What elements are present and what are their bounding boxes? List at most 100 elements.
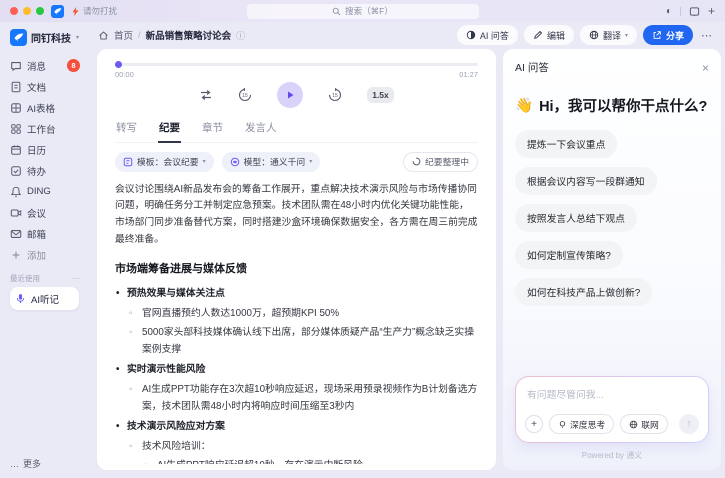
bullet-item: AI生成PPT功能存在3次超10秒响应延迟，现场采用预录视频作为B计划备选方案，…	[115, 382, 478, 416]
play-button[interactable]	[277, 82, 303, 108]
global-search-input[interactable]: 搜索（⌘F）	[247, 4, 479, 19]
new-window-icon[interactable]	[689, 6, 700, 17]
bullet-item: 实时演示性能风险	[115, 362, 478, 379]
document-icon	[10, 81, 22, 93]
sidebar-item-ai-notes[interactable]: AI听记	[10, 287, 79, 310]
edit-label: 编辑	[547, 29, 565, 42]
player-controls: 15 15 1.5x	[115, 82, 478, 108]
track-order-icon[interactable]	[199, 88, 213, 102]
summary-body: 会议讨论围绕AI新品发布会的筹备工作展开，重点解决技术演示风险与市场传播协同问题…	[115, 180, 478, 465]
theme-toggle-icon[interactable]: ◐	[666, 6, 672, 17]
tab-speakers[interactable]: 发言人	[244, 117, 278, 142]
tab-chapters[interactable]: 章节	[201, 117, 224, 142]
grid-icon	[10, 123, 22, 135]
close-window-button[interactable]	[10, 7, 18, 15]
send-button[interactable]: ↑	[679, 414, 699, 434]
section-more-icon[interactable]: ⋯	[73, 274, 81, 283]
ai-input-card: 有问题尽管问我... + 深度思考 联网	[516, 377, 708, 442]
edit-button[interactable]: 编辑	[524, 25, 574, 45]
suggestion-chip[interactable]: 如何定制宣传策略?	[515, 241, 623, 269]
dnd-label: 请勿打扰	[83, 5, 117, 17]
ai-qa-button[interactable]: AI 问答	[457, 25, 518, 45]
summary-toolbar: 模板：会议纪要 ▾ 模型：通义千问 ▾ 纪要整理中	[115, 152, 478, 172]
table-icon	[10, 102, 22, 114]
titlebar-divider	[680, 7, 681, 16]
sidebar-item-ai-table[interactable]: AI表格	[10, 97, 82, 118]
sidebar-item-calendar[interactable]: 日历	[10, 139, 82, 160]
tab-transcript[interactable]: 转写	[115, 117, 138, 142]
summary-status: 纪要整理中	[403, 152, 478, 172]
chat-icon	[10, 60, 22, 72]
sidebar-more[interactable]: … 更多	[10, 457, 82, 470]
more-dots-icon: …	[10, 459, 19, 469]
home-icon[interactable]	[98, 30, 109, 41]
forward-15-icon[interactable]: 15	[327, 87, 343, 103]
page-title: 新品销售策略讨论会	[146, 28, 232, 42]
share-button[interactable]: 分享	[643, 25, 693, 45]
sidebar-item-label: 工作台	[27, 122, 56, 136]
summary-intro: 会议讨论围绕AI新品发布会的筹备工作展开，重点解决技术演示风险与市场传播协同问题…	[115, 182, 478, 249]
sidebar-item-label: AI表格	[27, 101, 55, 115]
pencil-icon	[533, 30, 543, 40]
playback-speed-button[interactable]: 1.5x	[367, 87, 394, 103]
breadcrumb-home[interactable]: 首页	[114, 28, 133, 42]
sidebar: 同钉科技 ▾ 消息 8 文档 AI表格 工作台 日历 待办	[0, 22, 88, 478]
sidebar-item-add[interactable]: 添加	[10, 244, 82, 265]
audio-progress-handle[interactable]	[115, 61, 122, 68]
arrow-up-icon: ↑	[686, 418, 692, 430]
bullet-item: AI生成PPT响应延迟超10秒，存在演示中断风险	[115, 458, 478, 464]
dingtalk-app-icon	[51, 5, 64, 18]
translate-button[interactable]: 翻译 ▾	[580, 25, 637, 45]
ai-greeting: 👋 Hi，我可以帮你干点什么?	[515, 95, 709, 116]
audio-progress-bar[interactable]	[115, 63, 478, 66]
rewind-15-icon[interactable]: 15	[237, 87, 253, 103]
breadcrumb-separator: /	[138, 30, 141, 41]
header-more-button[interactable]: ⋯	[699, 29, 715, 42]
meeting-notes-card: 00:00 01:27 15 15 1.5x 转写	[97, 49, 496, 470]
recent-section-label: 最近使用	[10, 273, 40, 284]
greeting-text: Hi，我可以帮你干点什么?	[539, 95, 707, 116]
bullet-item: 预热效果与媒体关注点	[115, 286, 478, 303]
model-selector[interactable]: 模型：通义千问 ▾	[222, 152, 321, 172]
ai-question-input[interactable]: 有问题尽管问我...	[527, 387, 699, 401]
sidebar-item-workbench[interactable]: 工作台	[10, 118, 82, 139]
window-controls[interactable]	[10, 7, 44, 15]
check-square-icon	[10, 165, 22, 177]
close-icon[interactable]: ×	[702, 61, 709, 75]
attach-button[interactable]: +	[525, 415, 543, 433]
template-label: 模板：会议纪要	[137, 155, 199, 168]
ai-qa-icon	[466, 30, 476, 40]
recent-section-header: 最近使用 ⋯	[10, 273, 80, 284]
content-row: 00:00 01:27 15 15 1.5x 转写	[88, 49, 725, 478]
do-not-disturb-status[interactable]: 请勿打扰	[71, 5, 117, 17]
suggestion-chip[interactable]: 提炼一下会议重点	[515, 130, 617, 158]
template-selector[interactable]: 模板：会议纪要 ▾	[115, 152, 214, 172]
suggestion-chip[interactable]: 按照发言人总结下观点	[515, 204, 637, 232]
sidebar-item-messages[interactable]: 消息 8	[10, 55, 82, 76]
sidebar-item-label: 文档	[27, 80, 46, 94]
sidebar-item-docs[interactable]: 文档	[10, 76, 82, 97]
org-switcher[interactable]: 同钉科技 ▾	[10, 29, 82, 46]
deep-think-toggle[interactable]: 深度思考	[549, 414, 614, 434]
sidebar-item-mail[interactable]: 邮箱	[10, 223, 82, 244]
ding-bell-icon	[10, 186, 22, 198]
total-duration: 01:27	[459, 70, 478, 79]
web-search-toggle[interactable]: 联网	[620, 414, 668, 434]
maximize-window-button[interactable]	[36, 7, 44, 15]
bullet-item: 5000家头部科技媒体确认线下出席，部分媒体质疑产品“生产力”概念缺乏实操案例支…	[115, 325, 478, 359]
tab-summary[interactable]: 纪要	[158, 117, 181, 143]
suggestion-chip[interactable]: 根据会议内容写一段群通知	[515, 167, 657, 195]
new-tab-icon[interactable]: +	[708, 4, 715, 18]
sidebar-item-todo[interactable]: 待办	[10, 160, 82, 181]
ai-qa-panel: AI 问答 × 👋 Hi，我可以帮你干点什么? 提炼一下会议重点 根据会议内容写…	[503, 49, 721, 470]
suggestion-chip[interactable]: 如何在科技产品上做创新?	[515, 278, 652, 306]
sidebar-item-ding[interactable]: DING	[10, 181, 82, 202]
search-icon	[332, 7, 341, 16]
notes-tabs: 转写 纪要 章节 发言人	[115, 117, 478, 143]
sidebar-item-meeting[interactable]: 会议	[10, 202, 82, 223]
loading-spinner-icon	[412, 157, 421, 166]
chevron-down-icon: ▾	[203, 158, 206, 165]
plus-icon	[10, 249, 22, 261]
minimize-window-button[interactable]	[23, 7, 31, 15]
info-icon[interactable]: ⓘ	[236, 29, 245, 42]
